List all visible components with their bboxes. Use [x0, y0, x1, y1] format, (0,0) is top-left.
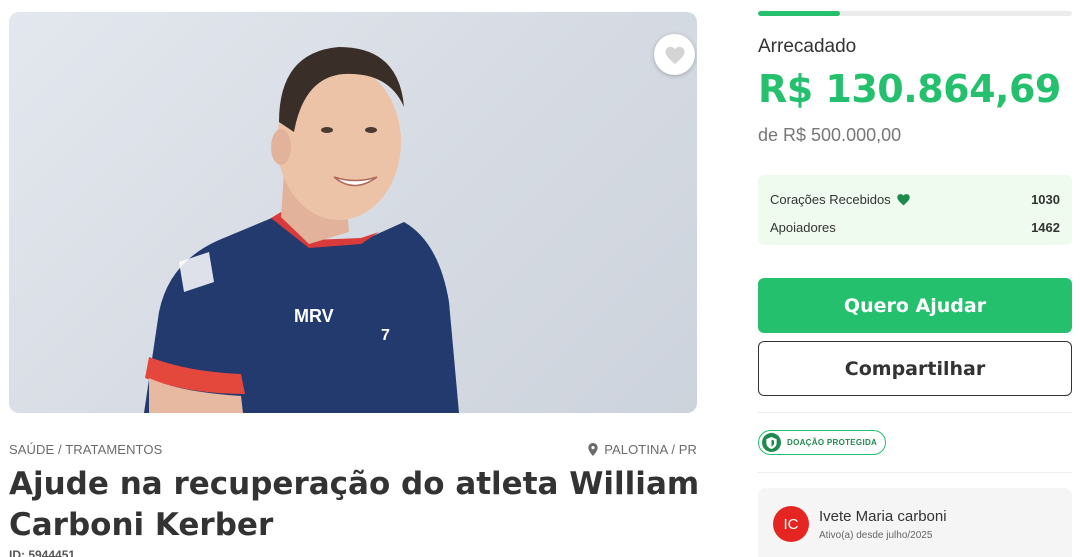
- donation-progress-bar: [758, 11, 1072, 16]
- campaign-title: Ajude na recuperação do atleta William C…: [9, 466, 700, 543]
- supporters-label: Apoiadores: [770, 219, 836, 235]
- svg-text:MRV: MRV: [294, 306, 334, 326]
- help-button[interactable]: Quero Ajudar: [758, 278, 1072, 333]
- campaign-category[interactable]: SAÚDE / TRATAMENTOS: [9, 442, 162, 457]
- protected-donation-label: DOAÇÃO PROTEGIDA: [787, 438, 878, 447]
- hearts-label: Corações Recebidos: [770, 192, 911, 207]
- share-button[interactable]: Compartilhar: [758, 341, 1072, 396]
- campaign-id: ID: 5944451: [9, 548, 76, 557]
- organizer-card[interactable]: IC Ivete Maria carboni Ativo(a) desde ju…: [758, 488, 1072, 557]
- campaign-image: MRV 7: [9, 12, 697, 413]
- shield-icon: [762, 433, 781, 452]
- divider: [758, 412, 1072, 413]
- heart-icon: [664, 46, 685, 64]
- svg-text:7: 7: [381, 327, 390, 344]
- location-pin-icon: [588, 442, 598, 456]
- donation-stats: Corações Recebidos 1030 Apoiadores 1462: [758, 175, 1072, 245]
- hearts-row: Corações Recebidos 1030: [770, 185, 1060, 213]
- divider: [758, 472, 1072, 473]
- protected-donation-badge[interactable]: DOAÇÃO PROTEGIDA: [758, 430, 887, 455]
- campaign-meta: SAÚDE / TRATAMENTOS PALOTINA / PR: [9, 440, 697, 458]
- donation-progress-fill: [758, 11, 841, 16]
- organizer-name: Ivete Maria carboni: [819, 508, 947, 525]
- avatar: IC: [773, 506, 809, 542]
- favorite-heart-button[interactable]: [654, 34, 695, 75]
- green-heart-icon: [896, 193, 910, 205]
- athlete-photo: MRV 7: [144, 47, 459, 413]
- supporters-row: Apoiadores 1462: [770, 213, 1060, 241]
- hearts-value: 1030: [1031, 191, 1060, 207]
- hearts-label-text: Corações Recebidos: [770, 191, 891, 207]
- organizer-since: Ativo(a) desde julho/2025: [819, 530, 933, 541]
- raised-label: Arrecadado: [758, 36, 857, 57]
- campaign-location: PALOTINA / PR: [588, 442, 697, 457]
- goal-amount: de R$ 500.000,00: [758, 125, 902, 145]
- supporters-value: 1462: [1031, 219, 1060, 235]
- location-text: PALOTINA / PR: [604, 441, 697, 457]
- raised-amount: R$ 130.864,69: [758, 67, 1061, 111]
